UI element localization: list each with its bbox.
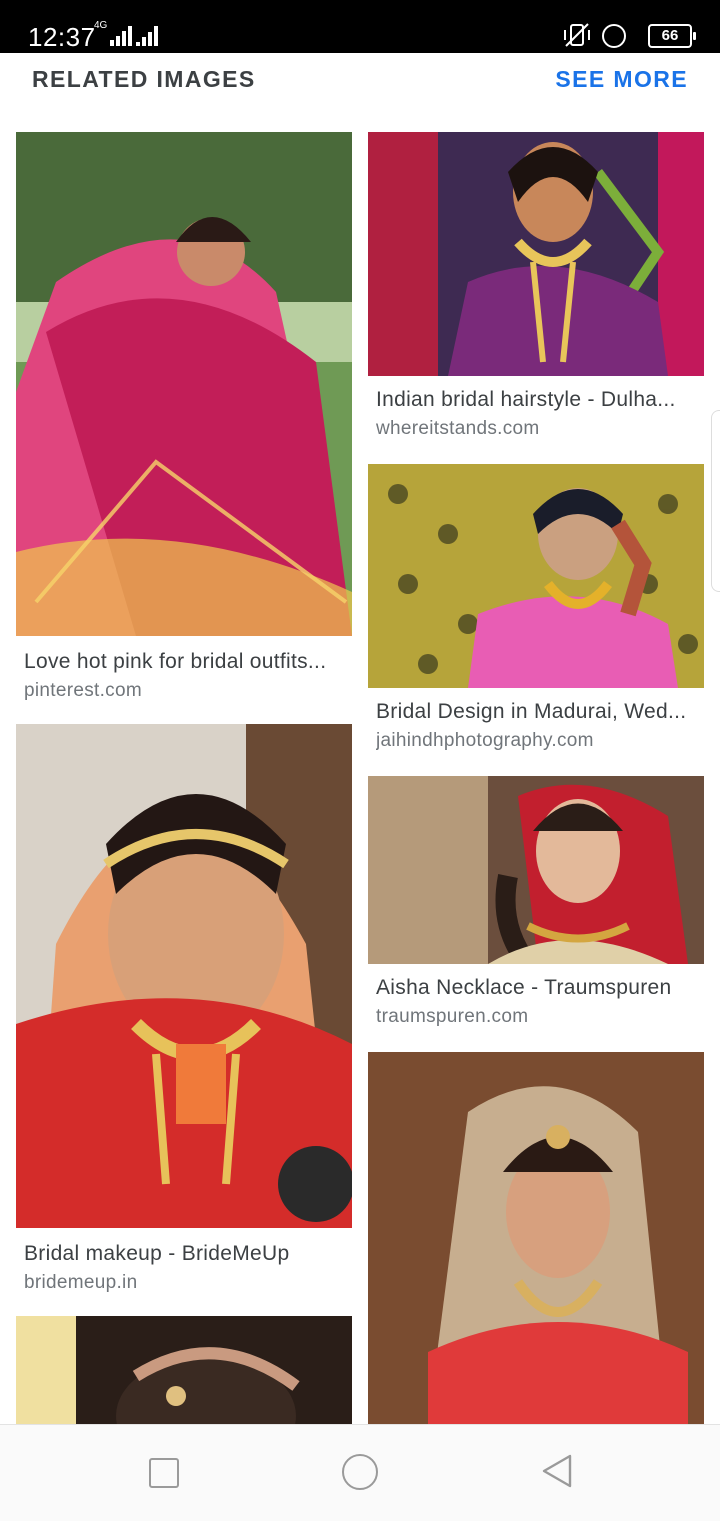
result-card[interactable]: Bridal makeup - BrideMeUp bridemeup.in xyxy=(16,724,352,1304)
result-image[interactable] xyxy=(16,132,352,636)
back-icon[interactable] xyxy=(540,1453,574,1489)
result-card[interactable]: Love hot pink for bridal outfits... pint… xyxy=(16,132,352,712)
result-card[interactable]: Indian bridal hairstyle - Dulha... where… xyxy=(368,132,704,452)
result-title[interactable]: Bridal Design in Madurai, Wed... xyxy=(376,700,698,724)
home-icon[interactable] xyxy=(342,1454,378,1490)
result-card[interactable]: Bridal Design in Madurai, Wed... jaihind… xyxy=(368,464,704,764)
navigation-bar xyxy=(0,1424,720,1521)
signal-icon xyxy=(110,24,138,46)
see-more-button[interactable]: SEE MORE xyxy=(555,66,688,93)
result-image[interactable] xyxy=(368,776,704,964)
result-image[interactable] xyxy=(16,724,352,1228)
signal-icon-2 xyxy=(136,24,164,46)
rotation-lock-icon xyxy=(602,24,626,48)
result-image[interactable] xyxy=(16,1316,352,1424)
result-title[interactable]: Love hot pink for bridal outfits... xyxy=(24,650,346,674)
result-card[interactable] xyxy=(16,1316,352,1424)
result-domain: pinterest.com xyxy=(24,680,142,701)
result-card[interactable] xyxy=(368,1052,704,1424)
result-domain: bridemeup.in xyxy=(24,1272,138,1293)
recents-icon[interactable] xyxy=(149,1458,179,1488)
result-title[interactable]: Bridal makeup - BrideMeUp xyxy=(24,1242,346,1266)
battery-icon: 66 xyxy=(648,24,696,48)
status-time: 12:37 xyxy=(28,22,96,52)
result-domain: traumspuren.com xyxy=(376,1006,529,1027)
result-title[interactable]: Aisha Necklace - Traumspuren xyxy=(376,976,698,1000)
result-image[interactable] xyxy=(368,464,704,688)
vibrate-mute-icon xyxy=(564,23,590,47)
section-title: RELATED IMAGES xyxy=(32,66,256,92)
result-image[interactable] xyxy=(368,1052,704,1424)
result-title[interactable]: Indian bridal hairstyle - Dulha... xyxy=(376,388,698,412)
status-bar: 12:37 4G 66 xyxy=(0,0,720,53)
result-domain: whereitstands.com xyxy=(376,418,540,439)
result-card[interactable]: Aisha Necklace - Traumspuren traumspuren… xyxy=(368,776,704,1040)
result-domain: jaihindhphotography.com xyxy=(376,730,594,751)
scroll-handle[interactable] xyxy=(711,410,720,592)
result-image[interactable] xyxy=(368,132,704,376)
network-type: 4G xyxy=(94,20,108,31)
